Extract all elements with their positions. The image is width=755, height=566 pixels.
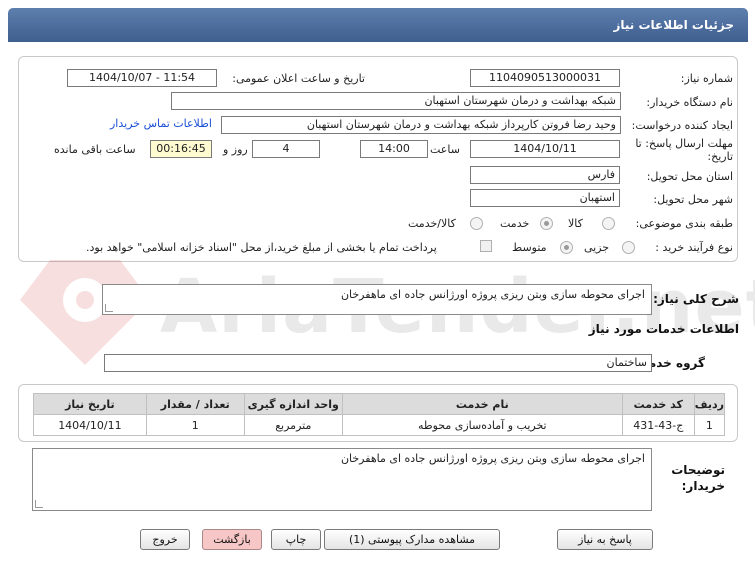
column-header-need-date: تاریخ نیاز [33, 393, 147, 415]
announce-datetime-field: 1404/10/07 - 11:54 [67, 69, 217, 87]
category-radio-goods-service[interactable] [470, 217, 483, 230]
category-radio-goods[interactable] [602, 217, 615, 230]
days-label: روز و [223, 143, 248, 156]
exit-button[interactable]: خروج [140, 529, 190, 550]
services-table: ردیف کد خدمت نام خدمت واحد اندازه گیری ت… [33, 393, 726, 436]
buyer-org-field: شبکه بهداشت و درمان شهرستان استهبان [171, 92, 621, 110]
process-option-minor: جزیی [584, 241, 610, 254]
process-label: نوع فرآیند خرید : [655, 241, 733, 254]
remaining-time-field: 00:16:45 [150, 140, 212, 158]
category-option-goods: کالا [568, 217, 583, 230]
column-header-service-code: کد خدمت [621, 393, 695, 415]
buyer-notes-text: اجرای محوطه سازی وبتن ریزی پروژه اورژانس… [340, 452, 645, 465]
cell-service-name: تخریب و آماده‌سازی محوطه [341, 414, 623, 436]
description-textarea[interactable]: اجرای محوطه سازی وبتن ریزی پروژه اورژانس… [102, 284, 652, 315]
deadline-date-field: 1404/10/11 [470, 140, 620, 158]
cell-service-code: ج-43-431 [621, 414, 695, 436]
creator-field: وحید رضا فروتن کارپرداز شبکه بهداشت و در… [221, 116, 621, 134]
services-section-title: اطلاعات خدمات مورد نیاز [588, 322, 739, 336]
process-option-medium: متوسط [512, 241, 547, 254]
cell-quantity: 1 [145, 414, 245, 436]
process-radio-minor[interactable] [622, 241, 635, 254]
deadline-time-label: ساعت [430, 143, 460, 156]
column-header-service-name: نام خدمت [341, 393, 623, 415]
print-button[interactable]: چاپ [271, 529, 321, 550]
buyer-org-label: نام دستگاه خریدار: [646, 96, 733, 109]
province-label: استان محل تحویل: [646, 170, 733, 183]
treasury-payment-checkbox[interactable] [480, 240, 492, 252]
creator-label: ایجاد کننده درخواست: [631, 119, 733, 132]
services-table-panel: ردیف کد خدمت نام خدمت واحد اندازه گیری ت… [18, 384, 738, 442]
city-label: شهر محل تحویل: [653, 193, 733, 206]
cell-row-number: 1 [693, 414, 726, 436]
buyer-contact-link[interactable]: اطلاعات تماس خریدار [110, 117, 212, 130]
process-radio-medium[interactable] [560, 241, 573, 254]
announce-datetime-label: تاریخ و ساعت اعلان عمومی: [232, 72, 365, 85]
page-title: جزئیات اطلاعات نیاز [613, 18, 734, 32]
category-radio-service[interactable] [540, 217, 553, 230]
cell-need-date: 1404/10/11 [33, 414, 147, 436]
need-number-field: 1104090513000031 [470, 69, 620, 87]
deadline-time-field: 14:00 [360, 140, 428, 158]
category-label: طبقه بندی موضوعی: [635, 217, 733, 230]
buyer-notes-textarea[interactable]: اجرای محوطه سازی وبتن ریزی پروژه اورژانس… [32, 448, 652, 511]
column-header-quantity: تعداد / مقدار [145, 393, 245, 415]
column-header-unit: واحد اندازه گیری [243, 393, 343, 415]
cell-unit: مترمربع [243, 414, 343, 436]
view-attachments-button[interactable]: مشاهده مدارک پیوستی (1) [324, 529, 500, 550]
resize-handle-icon[interactable] [105, 304, 113, 312]
table-row[interactable]: 1 ج-43-431 تخریب و آماده‌سازی محوطه مترم… [33, 414, 726, 436]
treasury-payment-note: پرداخت تمام یا بخشی از مبلغ خرید،از محل … [86, 241, 437, 254]
column-header-row-number: ردیف [693, 393, 726, 415]
reply-button[interactable]: پاسخ به نیاز [557, 529, 653, 550]
buyer-notes-label: توضیحات خریدار: [671, 463, 725, 493]
resize-handle-icon[interactable] [35, 500, 43, 508]
service-group-field: ساختمان [104, 354, 652, 372]
deadline-label: مهلت ارسال پاسخ: تا تاریخ: [635, 137, 733, 163]
category-option-service: خدمت [500, 217, 530, 230]
city-field: استهبان [470, 189, 620, 207]
page-header: جزئیات اطلاعات نیاز [8, 8, 748, 42]
days-field: 4 [252, 140, 320, 158]
table-header-row: ردیف کد خدمت نام خدمت واحد اندازه گیری ت… [33, 393, 726, 415]
province-field: فارس [470, 166, 620, 184]
description-text: اجرای محوطه سازی وبتن ریزی پروژه اورژانس… [340, 288, 645, 301]
category-option-goods-service: کالا/خدمت [408, 217, 456, 230]
description-label: شرح کلی نیاز: [653, 292, 739, 306]
need-number-label: شماره نیاز: [680, 72, 733, 85]
remaining-time-label: ساعت باقی مانده [54, 143, 136, 156]
back-button[interactable]: بازگشت [202, 529, 262, 550]
